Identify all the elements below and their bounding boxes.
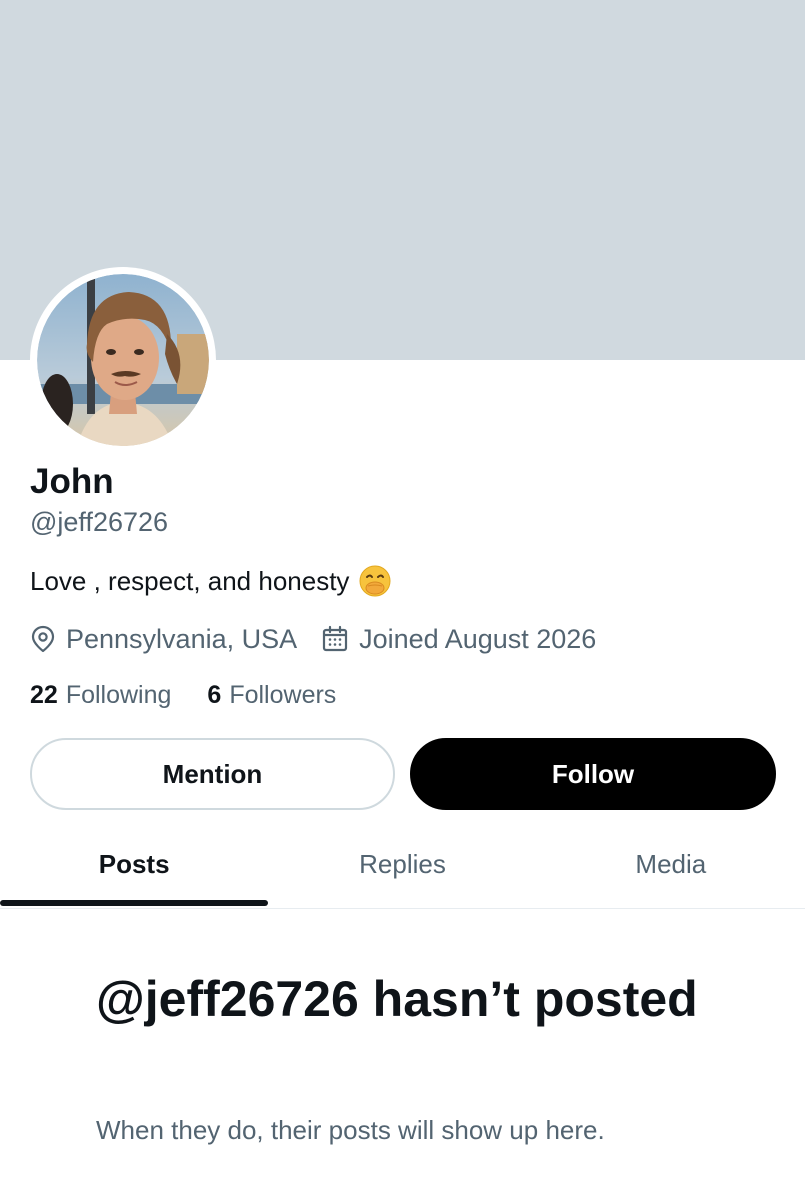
profile-avatar[interactable]	[30, 267, 216, 453]
following-link[interactable]: 22 Following	[30, 681, 171, 710]
follow-counts: 22 Following 6 Followers	[30, 676, 336, 714]
follow-button[interactable]: Follow	[410, 738, 776, 810]
mention-button[interactable]: Mention	[30, 738, 395, 810]
following-label: Following	[65, 680, 172, 709]
avatar-photo	[37, 274, 209, 446]
followers-link[interactable]: 6 Followers	[207, 681, 336, 710]
location-item: Pennsylvania, USA	[30, 624, 297, 655]
location-pin-icon	[30, 625, 56, 653]
face-with-hand-over-mouth-icon	[359, 565, 391, 597]
tab-media[interactable]: Media	[537, 820, 805, 908]
bio-text: Love , respect, and honesty	[30, 566, 350, 596]
display-name: John	[30, 462, 114, 501]
location-text: Pennsylvania, USA	[66, 623, 298, 654]
followers-count: 6	[207, 680, 222, 709]
profile-handle: @jeff26726	[30, 507, 169, 537]
active-tab-indicator	[0, 900, 268, 906]
calendar-icon	[321, 625, 349, 653]
tab-replies[interactable]: Replies	[268, 820, 536, 908]
joined-text: Joined August 2026	[359, 623, 597, 654]
empty-state-title: @jeff26726 hasn’t posted	[96, 971, 698, 1027]
followers-label: Followers	[229, 680, 337, 709]
profile-tabs: Posts Replies Media	[0, 820, 805, 909]
joined-item: Joined August 2026	[321, 624, 596, 655]
following-count: 22	[30, 680, 58, 709]
tab-posts[interactable]: Posts	[0, 820, 268, 908]
profile-meta: Pennsylvania, USA Joined August 2026	[30, 619, 596, 659]
profile-bio: Love , respect, and honesty	[30, 562, 391, 600]
empty-state-subtitle: When they do, their posts will show up h…	[96, 1115, 605, 1145]
